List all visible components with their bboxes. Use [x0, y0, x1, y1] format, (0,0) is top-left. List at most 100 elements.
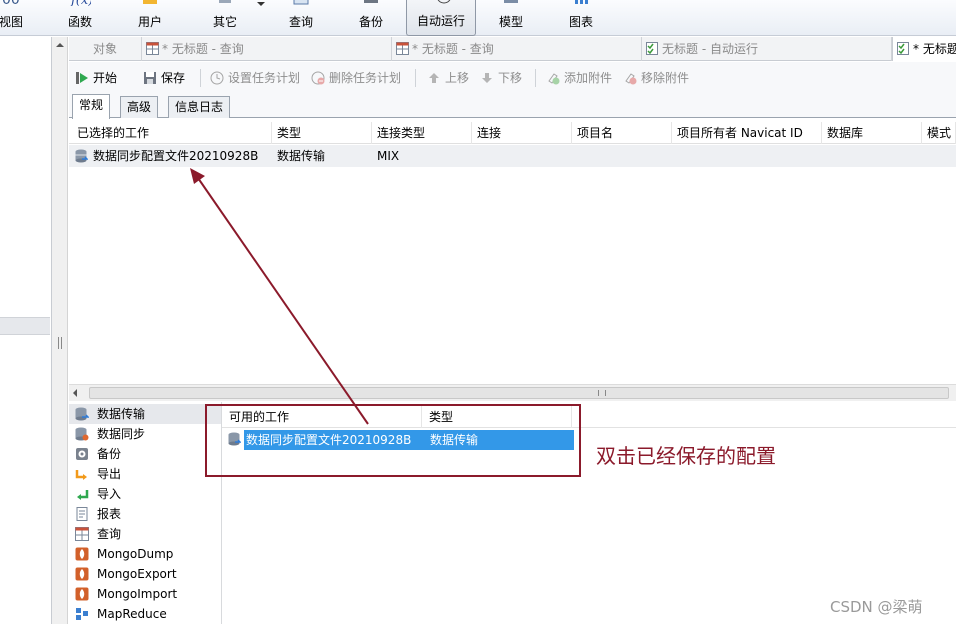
navigation-selected-row[interactable]: [0, 317, 50, 335]
grid-horizontal-scrollbar[interactable]: [69, 384, 956, 401]
tab-query-1[interactable]: * 无标题 - 查询: [142, 37, 392, 61]
column-header-connection-type[interactable]: 连接类型: [372, 122, 472, 144]
move-up-label: 上移: [445, 71, 470, 85]
ribbon-model-button[interactable]: 模型: [493, 0, 529, 36]
automation-tab-icon: [897, 42, 909, 55]
toolbar-separator: [200, 69, 201, 87]
user-icon: [143, 0, 157, 4]
save-button[interactable]: 保存: [143, 69, 185, 87]
ribbon-user-label: 用户: [137, 15, 162, 29]
ribbon-automation-label: 自动运行: [416, 14, 465, 28]
move-up-button[interactable]: 上移: [427, 69, 469, 87]
list-item-mongoimport[interactable]: MongoImport: [69, 584, 221, 604]
delete-schedule-label: 删除任务计划: [329, 71, 402, 85]
view-icon: 00: [2, 0, 20, 6]
scroll-left-icon[interactable]: [73, 389, 77, 397]
toolbar-separator: [415, 69, 416, 87]
tab-automation-1[interactable]: 无标题 - 自动运行: [642, 37, 892, 61]
add-attachment-button[interactable]: 添加附件: [546, 69, 612, 87]
query-tab-icon: [146, 42, 159, 55]
column-header-database[interactable]: 数据库: [822, 122, 922, 144]
ribbon-view-label: 视图: [0, 15, 23, 29]
save-icon: [144, 72, 156, 84]
table-row[interactable]: 数据同步配置文件20210928B 数据传输 MIX: [69, 145, 956, 167]
list-item-mapreduce[interactable]: MapReduce: [69, 604, 221, 624]
add-attachment-label: 添加附件: [564, 71, 613, 85]
delete-schedule-button[interactable]: 删除任务计划: [311, 69, 401, 87]
list-item-export[interactable]: 导出: [69, 464, 221, 484]
ribbon-function-button[interactable]: f(x) 函数: [62, 0, 98, 36]
document-tab-bar: 对象 * 无标题 - 查询 * 无标题 - 查询 无标题 - 自动运行 * 无标…: [69, 37, 956, 61]
ribbon-user-button[interactable]: 用户: [132, 0, 168, 36]
scrollbar-grip-icon: [598, 390, 606, 396]
ribbon-view-button[interactable]: 00 视图: [0, 0, 28, 36]
tab-objects[interactable]: 对象: [69, 37, 142, 61]
cell-selected-job: 数据同步配置文件20210928B: [93, 149, 259, 163]
list-item-label: MongoImport: [97, 587, 178, 601]
list-item-label: 报表: [97, 507, 122, 521]
tab-objects-label: 对象: [93, 42, 118, 56]
column-header-selected-job[interactable]: 已选择的工作: [72, 122, 272, 144]
list-item-label: 数据同步: [97, 427, 146, 441]
arrow-down-icon: [482, 73, 492, 83]
ribbon-toolbar: 00 视图 f(x) 函数 用户 其它 查询 备份 自动运行 模型 图表: [0, 0, 956, 36]
remove-attachment-button[interactable]: 移除附件: [623, 69, 689, 87]
tab-automation-active[interactable]: * 无标题: [892, 37, 956, 61]
annotation-text: 双击已经保存的配置: [596, 444, 776, 468]
ribbon-automation-button[interactable]: 自动运行: [406, 0, 476, 36]
mongoexport-icon: [75, 567, 89, 581]
move-down-button[interactable]: 下移: [480, 69, 522, 87]
list-item-backup[interactable]: 备份: [69, 444, 221, 464]
annotation-highlight-box: [205, 404, 581, 477]
list-item-data-sync[interactable]: 数据同步: [69, 424, 221, 444]
ribbon-model-label: 模型: [498, 15, 523, 29]
ribbon-chart-button[interactable]: 图表: [563, 0, 599, 36]
ribbon-query-button[interactable]: 查询: [283, 0, 319, 36]
tab-query-1-label: * 无标题 - 查询: [162, 42, 244, 56]
scroll-up-icon[interactable]: [56, 43, 64, 47]
tab-log[interactable]: 信息日志: [168, 96, 231, 118]
set-schedule-button[interactable]: 设置任务计划: [210, 69, 300, 87]
list-item-report[interactable]: 报表: [69, 504, 221, 524]
list-item-mongoexport[interactable]: MongoExport: [69, 564, 221, 584]
model-icon: [504, 0, 518, 3]
column-header-type[interactable]: 类型: [272, 122, 372, 144]
tab-general[interactable]: 常规: [72, 94, 111, 119]
ribbon-backup-label: 备份: [358, 15, 383, 29]
mongodump-icon: [75, 547, 89, 561]
selected-jobs-grid[interactable]: 已选择的工作 类型 连接类型 连接 项目名 项目所有者 Navicat ID 数…: [69, 122, 956, 384]
start-button[interactable]: 开始: [75, 69, 117, 87]
navigation-pane[interactable]: [0, 37, 52, 624]
watermark: CSDN @梁萌: [830, 598, 923, 616]
column-header-project-name[interactable]: 项目名: [572, 122, 672, 144]
list-item-query[interactable]: 查询: [69, 524, 221, 544]
splitter-grip-icon[interactable]: [58, 337, 62, 349]
list-item-data-transfer[interactable]: 数据传输: [69, 404, 221, 424]
data-sync-icon: [75, 427, 89, 441]
export-icon: [75, 470, 87, 480]
query-icon: [75, 527, 89, 541]
save-label: 保存: [161, 71, 186, 85]
column-header-connection[interactable]: 连接: [472, 122, 572, 144]
ribbon-backup-button[interactable]: 备份: [353, 0, 389, 36]
scrollbar-thumb[interactable]: [89, 387, 949, 399]
list-item-import[interactable]: 导入: [69, 484, 221, 504]
tab-advanced[interactable]: 高级: [120, 96, 159, 118]
tab-automation-1-label: 无标题 - 自动运行: [662, 42, 758, 56]
ribbon-other-button[interactable]: 其它: [206, 0, 244, 36]
add-attachment-icon: [548, 73, 560, 85]
tab-query-2[interactable]: * 无标题 - 查询: [392, 37, 642, 61]
column-header-project-owner[interactable]: 项目所有者 Navicat ID: [672, 122, 822, 144]
toolbar-separator: [535, 69, 536, 87]
list-item-mongodump[interactable]: MongoDump: [69, 544, 221, 564]
automation-toolbar: 开始 保存 设置任务计划 删除任务计划 上移 下移 添加附件 移除附件: [69, 62, 956, 94]
pane-splitter[interactable]: [52, 37, 68, 624]
column-header-schema[interactable]: 模式: [922, 122, 956, 144]
other-dropdown-arrow-icon[interactable]: [257, 2, 265, 6]
ribbon-function-label: 函数: [67, 15, 92, 29]
list-item-label: 备份: [97, 447, 122, 461]
arrow-up-icon: [429, 73, 439, 83]
start-icon: [76, 72, 88, 84]
report-icon: [76, 507, 88, 521]
set-schedule-label: 设置任务计划: [228, 71, 301, 85]
